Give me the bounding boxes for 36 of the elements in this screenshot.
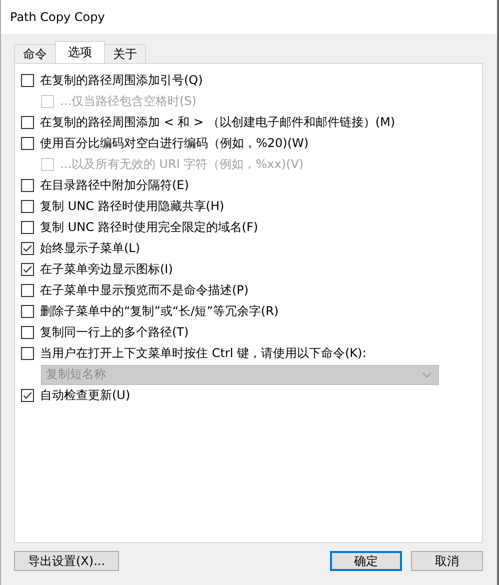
tab[interactable]: 关于 (104, 44, 146, 63)
option-label: 删除子菜单中的“复制”或“长/短”等冗余字(R) (40, 303, 279, 320)
checkbox[interactable] (21, 179, 34, 192)
window-title: Path Copy Copy (10, 10, 105, 24)
checkbox[interactable] (21, 263, 34, 276)
option-label: 始终显示子菜单(L) (40, 240, 140, 257)
option-label: 在复制的路径周围添加 < 和 > （以创建电子邮件和邮件链接）(M) (40, 114, 396, 131)
checkbox[interactable] (21, 389, 34, 402)
option-label: 复制同一行上的多个路径(T) (40, 324, 189, 341)
checkbox[interactable] (21, 200, 34, 213)
option-label: 复制 UNC 路径时使用完全限定的域名(F) (40, 219, 258, 236)
dialog-button[interactable]: 确定 (330, 551, 402, 571)
tab[interactable]: 命令 (14, 44, 56, 63)
checkbox[interactable] (21, 74, 34, 87)
checkbox[interactable] (21, 137, 34, 150)
checkbox[interactable] (21, 347, 34, 360)
option-label: 使用百分比编码对空白进行编码（例如，%20)(W) (40, 135, 309, 152)
caret-icon (422, 372, 432, 378)
option-label: 在子菜单中显示预览而不是命令描述(P) (40, 282, 249, 299)
checkbox[interactable] (21, 284, 34, 297)
checkbox[interactable] (21, 242, 34, 255)
option-label: 复制 UNC 路径时使用隐藏共享(H) (40, 198, 224, 215)
tab[interactable]: 选项 (55, 41, 105, 63)
option-label: ...以及所有无效的 URI 字符（例如，%xx)(V) (60, 156, 304, 173)
checkbox[interactable] (21, 326, 34, 339)
option-label: 自动检查更新(U) (40, 387, 130, 404)
dialog-button[interactable]: 取消 (411, 551, 483, 571)
option-label: 在子菜单旁边显示图标(I) (40, 261, 173, 278)
dialog-button[interactable]: 导出设置(X)... (14, 551, 119, 571)
option-label: ...仅当路径包含空格时(S) (60, 93, 196, 110)
option-label: 在复制的路径周围添加引号(Q) (40, 72, 203, 89)
checkbox[interactable] (21, 305, 34, 318)
checkbox[interactable] (21, 116, 34, 129)
option-label: 当用户在打开上下文菜单时按住 Ctrl 键，请使用以下命令(K): (40, 345, 366, 362)
option-label: 在目录路径中附加分隔符(E) (40, 177, 189, 194)
checkbox[interactable] (21, 221, 34, 234)
